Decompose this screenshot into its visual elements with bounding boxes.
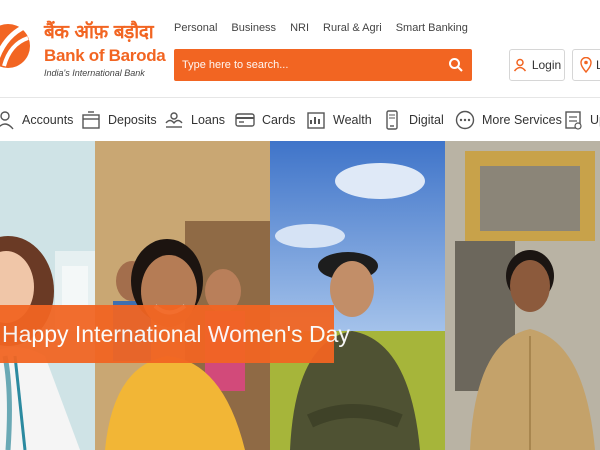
card-icon xyxy=(235,113,255,127)
header: बैंक ऑफ़ बड़ौदा Bank of Baroda India's I… xyxy=(0,0,600,96)
nav-cards[interactable]: Cards xyxy=(234,98,295,142)
smiling-woman-photo xyxy=(95,141,270,450)
brand-tagline: India's International Bank xyxy=(44,68,145,78)
bank-logo[interactable]: बैंक ऑफ़ बड़ौदा Bank of Baroda India's I… xyxy=(0,12,166,84)
nav-more-services[interactable]: More Services xyxy=(454,98,562,142)
deposits-icon xyxy=(82,111,100,129)
brand-hindi-name: बैंक ऑफ़ बड़ौदा xyxy=(44,21,154,43)
digital-icon xyxy=(386,110,398,130)
search-input[interactable] xyxy=(182,49,442,81)
bank-of-baroda-logo-icon xyxy=(0,23,30,68)
login-label: Login xyxy=(531,58,562,72)
hero-banner[interactable]: Happy International Women's Day xyxy=(0,141,600,450)
user-icon xyxy=(513,58,526,72)
top-nav-business[interactable]: Business xyxy=(231,22,276,34)
locate-label: L xyxy=(596,58,600,72)
banner-title: Happy International Women's Day xyxy=(0,305,350,363)
updates-icon xyxy=(565,111,582,130)
search-bar xyxy=(174,49,472,81)
police-officer-photo xyxy=(445,141,600,450)
login-button[interactable]: Login xyxy=(509,49,565,81)
army-officer-photo xyxy=(270,141,445,450)
nav-loans[interactable]: Loans xyxy=(163,98,225,142)
top-nav-nri[interactable]: NRI xyxy=(290,22,309,34)
nav-updates[interactable]: Up xyxy=(562,98,600,142)
doctor-photo xyxy=(0,141,95,450)
top-nav-personal[interactable]: Personal xyxy=(174,22,217,34)
top-nav-smart-banking[interactable]: Smart Banking xyxy=(396,22,468,34)
more-icon xyxy=(455,110,475,130)
nav-wealth[interactable]: Wealth xyxy=(305,98,372,142)
locate-button[interactable]: L xyxy=(572,49,600,81)
loans-icon xyxy=(165,112,183,128)
main-nav: Accounts Deposits Loans Cards Wealth Dig… xyxy=(0,97,600,142)
location-pin-icon xyxy=(580,57,592,73)
wealth-icon xyxy=(307,112,325,129)
nav-deposits[interactable]: Deposits xyxy=(80,98,157,142)
top-nav: Personal Business NRI Rural & Agri Smart… xyxy=(174,22,482,34)
nav-accounts[interactable]: Accounts xyxy=(0,98,73,142)
accounts-icon xyxy=(0,111,14,130)
search-icon[interactable] xyxy=(448,57,464,73)
top-nav-rural-agri[interactable]: Rural & Agri xyxy=(323,22,382,34)
nav-digital[interactable]: Digital xyxy=(381,98,444,142)
brand-name: Bank of Baroda xyxy=(44,46,166,65)
